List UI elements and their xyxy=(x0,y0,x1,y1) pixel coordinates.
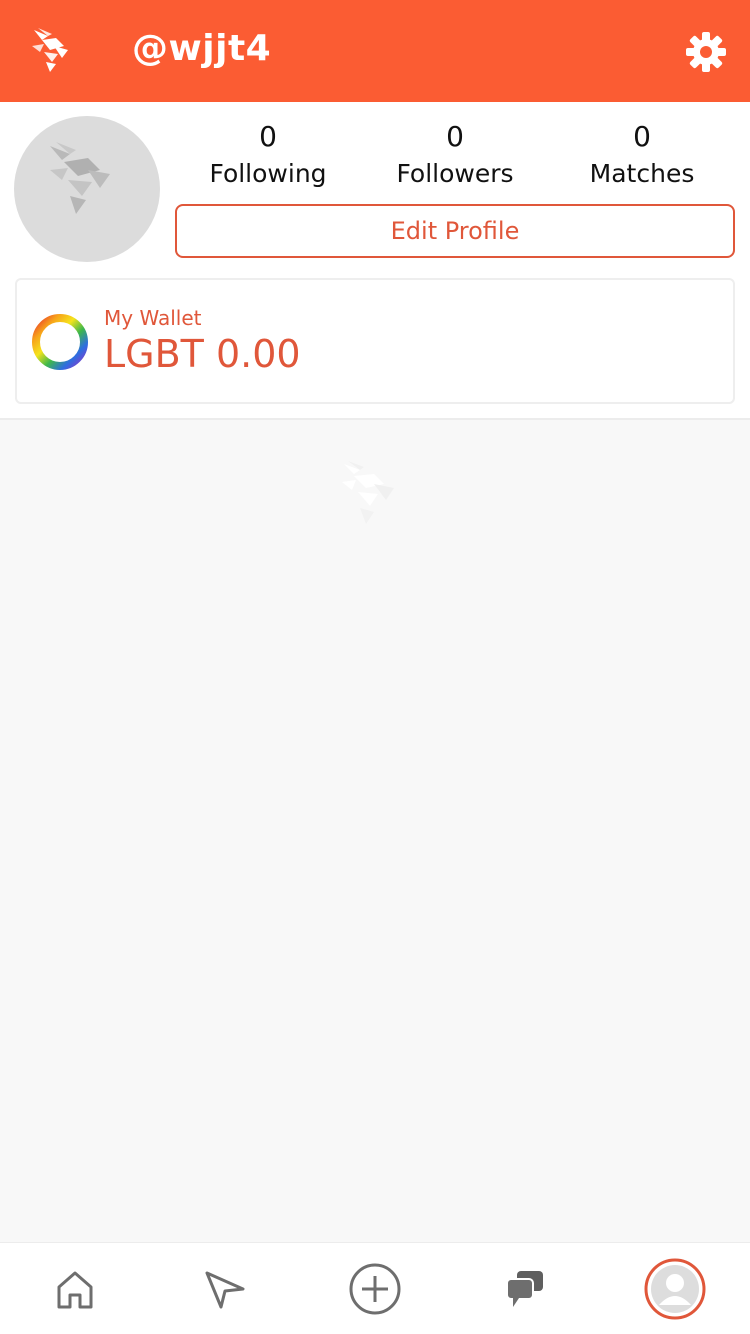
app-root: @wjjt4 0 Following 0 Followers 0 Matches… xyxy=(0,0,750,1334)
following-count: 0 xyxy=(259,120,277,153)
gear-icon[interactable] xyxy=(682,28,730,76)
profile-avatar-icon xyxy=(644,1258,706,1320)
profile-username: @wjjt4 xyxy=(132,28,272,69)
wallet-balance: LGBT 0.00 xyxy=(104,332,301,376)
wallet-label: My Wallet xyxy=(104,306,202,330)
top-bar: @wjjt4 xyxy=(0,0,750,102)
tab-add[interactable] xyxy=(325,1243,425,1334)
stat-followers[interactable]: 0 Followers xyxy=(365,120,545,194)
edit-profile-button[interactable]: Edit Profile xyxy=(175,204,735,258)
tab-messages[interactable] xyxy=(475,1243,575,1334)
wallet-card[interactable]: My Wallet LGBT 0.00 xyxy=(15,278,735,404)
tab-explore[interactable] xyxy=(175,1243,275,1334)
hornet-placeholder-icon xyxy=(50,142,110,214)
hornet-watermark-icon xyxy=(340,460,406,534)
explore-arrow-icon xyxy=(205,1271,245,1309)
bottom-tab-bar xyxy=(0,1242,750,1334)
hornet-logo-icon[interactable] xyxy=(28,26,76,76)
stat-following[interactable]: 0 Following xyxy=(178,120,358,194)
avatar[interactable] xyxy=(14,116,160,262)
following-label: Following xyxy=(209,159,327,188)
chat-bubbles-icon xyxy=(506,1271,543,1307)
matches-label: Matches xyxy=(589,159,695,188)
stat-matches[interactable]: 0 Matches xyxy=(552,120,732,194)
followers-count: 0 xyxy=(446,120,464,153)
tab-profile[interactable] xyxy=(625,1243,725,1334)
matches-count: 0 xyxy=(633,120,651,153)
home-icon xyxy=(57,1271,93,1309)
followers-label: Followers xyxy=(396,159,514,188)
rainbow-ring-icon xyxy=(32,314,88,370)
profile-section: 0 Following 0 Followers 0 Matches Edit P… xyxy=(0,102,750,420)
add-circle-icon xyxy=(349,1263,401,1315)
tab-home[interactable] xyxy=(25,1243,125,1334)
